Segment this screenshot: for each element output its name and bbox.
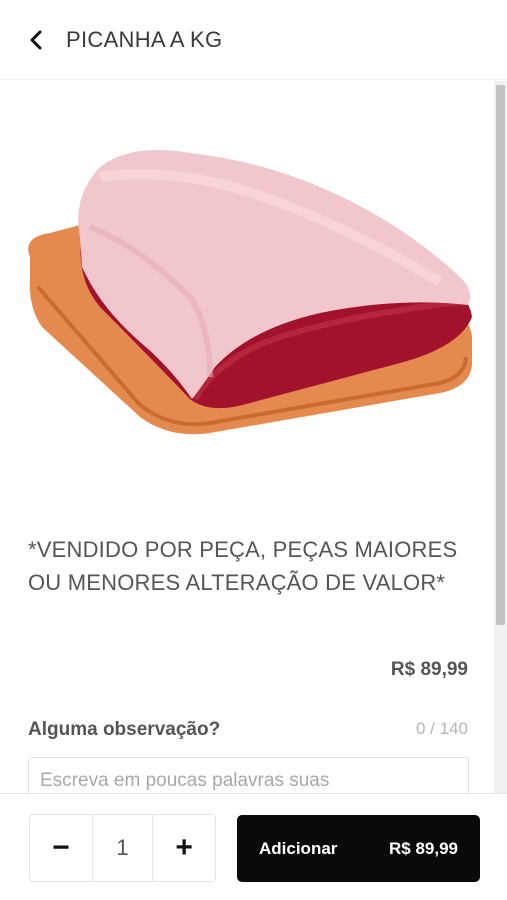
product-price: R$ 89,99 (390, 659, 468, 680)
product-image (28, 150, 472, 435)
chevron-left-icon (30, 30, 42, 50)
add-button-price: R$ 89,99 (389, 838, 458, 858)
footer-bar: − 1 + Adicionar R$ 89,99 (0, 793, 507, 900)
observation-field[interactable] (28, 757, 469, 793)
page-title: PICANHA A KG (66, 27, 223, 52)
quantity-stepper: − 1 + (29, 814, 216, 882)
decrease-button[interactable]: − (30, 815, 92, 881)
increase-button[interactable]: + (153, 815, 215, 881)
back-button[interactable] (22, 26, 50, 54)
scrollbar[interactable] (494, 81, 507, 793)
scrollbar-thumb[interactable] (496, 85, 505, 625)
app-header: PICANHA A KG (0, 0, 507, 80)
add-button-label: Adicionar (259, 838, 338, 858)
product-detail: *VENDIDO POR PEÇA, PEÇAS MAIORES OU MENO… (0, 81, 507, 793)
add-to-cart-button[interactable]: Adicionar R$ 89,99 (237, 815, 480, 882)
observation-counter: 0 / 140 (416, 719, 468, 738)
observation-label: Alguma observação? (28, 719, 221, 740)
quantity-value: 1 (91, 815, 154, 881)
product-description: *VENDIDO POR PEÇA, PEÇAS MAIORES OU MENO… (28, 537, 458, 595)
